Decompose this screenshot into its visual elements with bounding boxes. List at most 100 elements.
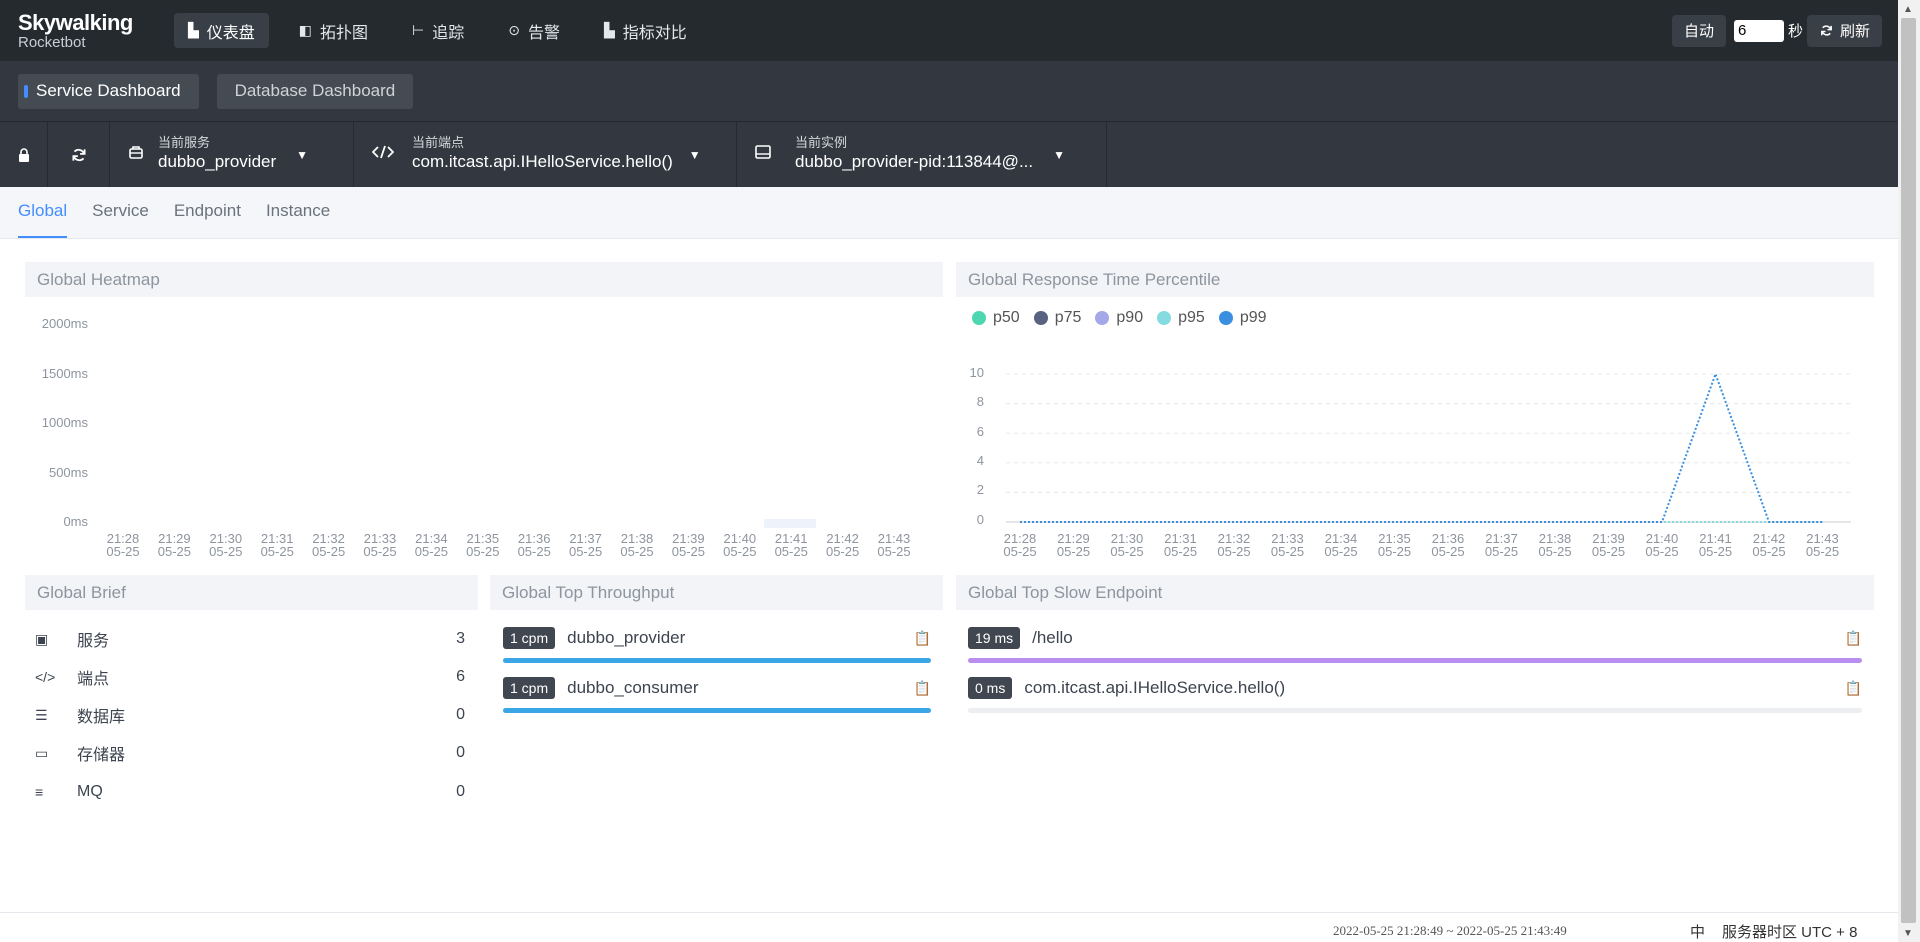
tab-global[interactable]: Global — [18, 186, 68, 238]
nav-label: 追踪 — [432, 24, 465, 42]
nav-dashboard[interactable]: ▙ 仪表盘 — [174, 13, 269, 48]
brief-label: MQ — [77, 783, 103, 800]
legend-label: p75 — [1054, 309, 1082, 326]
percentile-x-tick: 21:39 05-25 — [1591, 531, 1626, 559]
service-icon — [128, 144, 158, 165]
server-timezone[interactable]: 服务器时区 UTC + 8 — [1722, 921, 1857, 942]
refresh-button[interactable]: 刷新 — [1806, 14, 1882, 47]
instance-selector-label: 当前实例 — [795, 135, 848, 151]
heatmap-x-tick: 21:42 05-25 — [825, 531, 860, 559]
brief-label: 存储器 — [77, 747, 126, 764]
nav-trace[interactable]: ⊢ 追踪 — [398, 13, 478, 48]
legend-item: p50 — [972, 309, 1020, 327]
endpoint-icon — [371, 145, 412, 164]
throughput-bar — [503, 708, 931, 713]
percentile-x-tick: 21:36 05-25 — [1431, 531, 1465, 559]
throughput-badge: 1 cpm — [503, 677, 556, 699]
nav-alarm[interactable]: ⊙ 告警 — [494, 13, 574, 48]
legend-item: p95 — [1157, 309, 1205, 327]
clipboard-icon[interactable]: 📋 — [1845, 680, 1862, 697]
database-icon: ☰ — [35, 706, 48, 723]
dashboard-tab-database[interactable]: Database Dashboard — [216, 73, 414, 109]
chevron-down-icon: ▼ — [688, 147, 701, 162]
time-range[interactable]: 2022-05-25 21:28:49 ~ 2022-05-25 21:43:4… — [1333, 923, 1567, 939]
throughput-badge: 1 cpm — [503, 627, 556, 649]
throughput-track — [503, 658, 931, 663]
language-switch[interactable]: 中 — [1690, 921, 1705, 942]
throughput-bar — [503, 658, 931, 663]
footer: 2022-05-25 21:28:49 ~ 2022-05-25 21:43:4… — [0, 912, 1898, 942]
dashboard-tab-service[interactable]: Service Dashboard — [18, 73, 199, 109]
slow-bar — [968, 658, 1862, 663]
service-selector-label: 当前服务 — [158, 135, 211, 151]
slow-track — [968, 658, 1862, 663]
series-line-p99 — [1020, 371, 1823, 523]
top-navbar: Skywalking Rocketbot ▙ 仪表盘 ◧ 拓扑图 ⊢ 追踪 ⊙ 告警 ▙… — [0, 0, 1898, 61]
tab-service[interactable]: Service — [92, 186, 149, 238]
percentile-x-tick: 21:28 05-25 — [1003, 531, 1037, 559]
view-tabs: Global Service Endpoint Instance — [0, 187, 1898, 239]
legend-swatch — [1218, 311, 1233, 325]
slow-endpoint-item[interactable]: 19 ms/hello 📋 — [968, 625, 1862, 669]
legend-label: p50 — [993, 309, 1020, 326]
legend-item: p90 — [1095, 309, 1143, 327]
nav-topology[interactable]: ◧ 拓扑图 — [285, 13, 382, 48]
legend-swatch — [1157, 311, 1172, 325]
percentile-x-tick: 21:37 05-25 — [1484, 531, 1519, 559]
heatmap-x-tick: 21:38 05-25 — [620, 531, 654, 559]
endpoint-selector[interactable]: 当前端点 com.itcast.api.IHelloService.hello()… — [354, 122, 737, 187]
brief-value: 0 — [456, 744, 465, 761]
clipboard-icon[interactable]: 📋 — [914, 630, 931, 647]
brief-value: 6 — [456, 668, 465, 685]
service-icon: ▣ — [35, 630, 49, 647]
percentile-y-tick: 8 — [976, 394, 984, 410]
heatmap-cell — [764, 519, 816, 528]
legend-label: p95 — [1178, 309, 1205, 326]
heatmap-y-tick: 0ms — [63, 514, 88, 529]
brief-label: 端点 — [77, 671, 110, 688]
legend-swatch — [972, 311, 986, 325]
scrollbar[interactable]: ▲ ▼ — [1898, 0, 1920, 942]
auto-refresh-button[interactable]: 自动 — [1671, 14, 1726, 47]
clipboard-icon[interactable]: 📋 — [1845, 630, 1862, 647]
dashboard-icon: ▙ — [188, 22, 199, 38]
percentile-x-tick: 21:35 05-25 — [1377, 531, 1412, 559]
percentile-x-tick: 21:40 05-25 — [1645, 531, 1679, 559]
heatmap-x-tick: 21:30 05-25 — [209, 531, 243, 559]
clipboard-icon[interactable]: 📋 — [914, 680, 931, 697]
brief-value: 0 — [456, 706, 465, 723]
slow-endpoint-item[interactable]: 0 ms com.itcast.api.IHelloService.hello()… — [968, 675, 1862, 719]
storage-icon: ▭ — [35, 744, 49, 761]
heatmap-y-tick: 1500ms — [41, 365, 88, 381]
percentile-x-tick: 21:41 05-25 — [1698, 531, 1733, 559]
brief-row-endpoint: </> 端点 6 — [35, 665, 465, 689]
heatmap-x-tick: 21:40 05-25 — [723, 531, 757, 559]
heatmap-y-tick: 2000ms — [41, 316, 88, 331]
lock-button[interactable] — [0, 122, 48, 187]
percentile-y-tick: 4 — [976, 452, 984, 468]
brief-row-database: ☰ 数据库 0 — [35, 703, 465, 727]
legend-item: p75 — [1033, 309, 1082, 327]
logo-subtitle: Rocketbot — [18, 33, 86, 51]
percentile-title: Global Response Time Percentile — [956, 262, 1874, 297]
percentile-x-tick: 21:38 05-25 — [1538, 531, 1572, 559]
nav-label: 拓扑图 — [320, 24, 369, 42]
tab-endpoint[interactable]: Endpoint — [174, 186, 241, 238]
percentile-x-tick: 21:32 05-25 — [1217, 531, 1251, 559]
tab-instance[interactable]: Instance — [266, 186, 330, 238]
brief-label: 数据库 — [77, 709, 126, 726]
service-selector[interactable]: 当前服务 dubbo_provider ▼ — [110, 122, 354, 187]
refresh-interval-input[interactable] — [1733, 19, 1784, 42]
nav-label: 告警 — [528, 24, 561, 42]
heatmap-x-tick: 21:33 05-25 — [363, 531, 397, 559]
throughput-item[interactable]: 1 cpm dubbo_consumer 📋 — [503, 675, 931, 719]
instance-selector[interactable]: 当前实例 dubbo_provider-pid:113844@... ▼ — [737, 122, 1107, 187]
nav-metric-compare[interactable]: ▙ 指标对比 — [590, 13, 701, 48]
selector-bar: 当前服务 dubbo_provider ▼ 当前端点 com.itcast.api.… — [0, 121, 1898, 187]
scroll-up-icon[interactable]: ▲ — [1903, 4, 1913, 15]
throughput-item[interactable]: 1 cpm dubbo_provider 📋 — [503, 625, 931, 669]
scroll-thumb[interactable] — [1901, 18, 1916, 923]
heatmap-x-tick: 21:28 05-25 — [106, 531, 140, 559]
scroll-down-icon[interactable]: ▼ — [1903, 928, 1913, 939]
reload-selector-button[interactable] — [48, 122, 110, 187]
